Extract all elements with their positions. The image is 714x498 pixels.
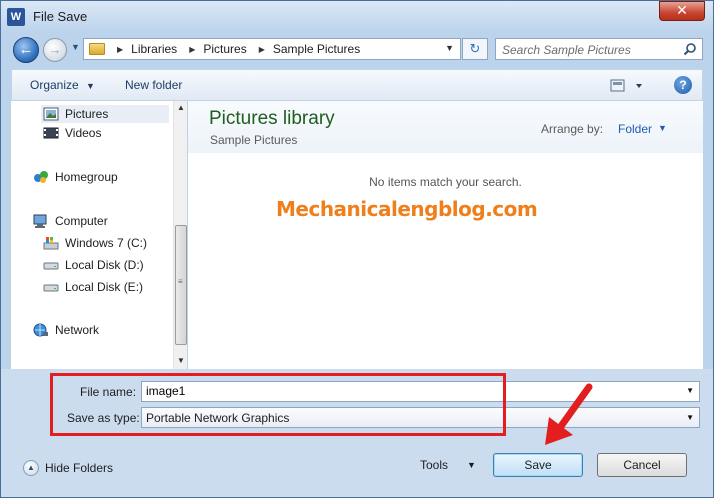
network-icon: [33, 323, 48, 337]
forward-button[interactable]: →: [43, 38, 67, 62]
chevron-down-icon[interactable]: ▼: [658, 123, 667, 133]
window-title: File Save: [33, 9, 88, 24]
nav-item-pictures[interactable]: Pictures: [41, 105, 169, 123]
system-drive-icon: [43, 237, 59, 250]
address-row: ← → ▼ ▶ Libraries ▶ Pictures ▶ Sample Pi…: [1, 33, 713, 65]
cancel-button[interactable]: Cancel: [597, 453, 687, 477]
nav-item-windows7-c[interactable]: Windows 7 (C:): [43, 236, 147, 250]
nav-item-label: Videos: [65, 126, 102, 140]
disk-drive-icon: [43, 262, 59, 270]
library-header: Pictures library Sample Pictures Arrange…: [188, 101, 703, 153]
grip-icon: ≡: [178, 277, 183, 286]
computer-icon: [33, 214, 47, 228]
folder-icon: [89, 43, 105, 55]
library-title: Pictures library: [209, 108, 335, 129]
recent-pages-dropdown[interactable]: ▼: [71, 42, 80, 52]
nav-item-label: Network: [55, 323, 100, 337]
chevron-down-icon[interactable]: ▼: [686, 386, 694, 395]
nav-item-videos[interactable]: Videos: [43, 126, 101, 140]
arrange-by-dropdown[interactable]: Folder: [618, 122, 652, 136]
content-pane: Pictures library Sample Pictures Arrange…: [188, 101, 703, 369]
address-bar[interactable]: ▶ Libraries ▶ Pictures ▶ Sample Pictures…: [83, 38, 461, 60]
nav-item-network[interactable]: Network: [33, 323, 99, 337]
command-bar: Organize ▼ New folder ?: [11, 69, 703, 101]
chevron-right-icon[interactable]: ▶: [189, 45, 195, 54]
save-button[interactable]: Save: [493, 453, 583, 477]
nav-item-local-disk-d[interactable]: Local Disk (D:): [43, 258, 144, 272]
arrange-by-label: Arrange by:: [541, 122, 604, 136]
hide-folders-label: Hide Folders: [45, 461, 114, 475]
red-arrow-annotation: [545, 383, 593, 445]
hide-folders-button[interactable]: ▲ Hide Folders: [23, 460, 113, 476]
chevron-down-icon[interactable]: ▼: [686, 413, 694, 422]
search-icon[interactable]: [683, 42, 697, 56]
nav-item-label: Local Disk (D:): [65, 258, 144, 272]
tools-button[interactable]: Tools: [420, 458, 448, 472]
address-dropdown-icon[interactable]: ▼: [445, 43, 454, 53]
file-save-dialog: W File Save ✕ ← → ▼ ▶ Libraries ▶ Pictur…: [0, 0, 714, 498]
disk-drive-icon: [43, 284, 59, 292]
empty-message: No items match your search.: [369, 175, 522, 189]
pictures-icon: [43, 107, 59, 121]
organize-label: Organize: [30, 78, 79, 92]
organize-button[interactable]: Organize ▼: [30, 78, 95, 92]
search-input[interactable]: [502, 42, 678, 57]
highlight-annotation: [50, 373, 506, 436]
homegroup-icon: [34, 171, 48, 183]
chevron-right-icon[interactable]: ▶: [117, 45, 123, 54]
nav-item-computer[interactable]: Computer: [33, 214, 108, 228]
new-folder-button[interactable]: New folder: [125, 78, 182, 92]
nav-item-homegroup[interactable]: Homegroup: [33, 170, 118, 184]
chevron-up-icon: ▲: [23, 460, 39, 476]
breadcrumb-sample-pictures[interactable]: Sample Pictures: [273, 42, 360, 56]
nav-item-label: Windows 7 (C:): [65, 236, 148, 250]
library-subtitle: Sample Pictures: [210, 133, 298, 147]
word-app-icon: W: [7, 8, 25, 26]
nav-item-label: Local Disk (E:): [65, 280, 144, 294]
breadcrumb-pictures[interactable]: Pictures: [203, 42, 246, 56]
refresh-button[interactable]: ↻: [462, 38, 488, 60]
chevron-down-icon[interactable]: ▼: [467, 460, 476, 470]
scrollbar-thumb[interactable]: ≡: [175, 225, 187, 345]
nav-item-label: Pictures: [65, 107, 109, 121]
chevron-down-icon: ▼: [86, 81, 95, 91]
navigation-pane: Pictures Videos Homegroup Computer Windo…: [11, 101, 187, 369]
scroll-up-icon[interactable]: ▲: [174, 103, 188, 112]
chevron-right-icon[interactable]: ▶: [259, 45, 265, 54]
breadcrumb-libraries[interactable]: Libraries: [131, 42, 177, 56]
nav-item-label: Homegroup: [55, 170, 118, 184]
close-button[interactable]: ✕: [659, 1, 705, 21]
help-button[interactable]: ?: [674, 76, 692, 94]
title-bar[interactable]: W File Save ✕: [1, 1, 713, 33]
nav-scrollbar[interactable]: ▲ ≡ ▼: [173, 101, 187, 369]
back-button[interactable]: ←: [13, 37, 39, 63]
watermark: Mechanicalengblog.com: [276, 197, 538, 221]
nav-item-label: Computer: [55, 214, 108, 228]
scroll-down-icon[interactable]: ▼: [174, 356, 188, 365]
search-box[interactable]: [495, 38, 703, 60]
nav-item-local-disk-e[interactable]: Local Disk (E:): [43, 280, 143, 294]
change-view-icon[interactable]: [610, 78, 648, 94]
videos-icon: [43, 127, 59, 139]
dialog-footer: ▲ Hide Folders Tools ▼ Save Cancel: [1, 441, 713, 497]
